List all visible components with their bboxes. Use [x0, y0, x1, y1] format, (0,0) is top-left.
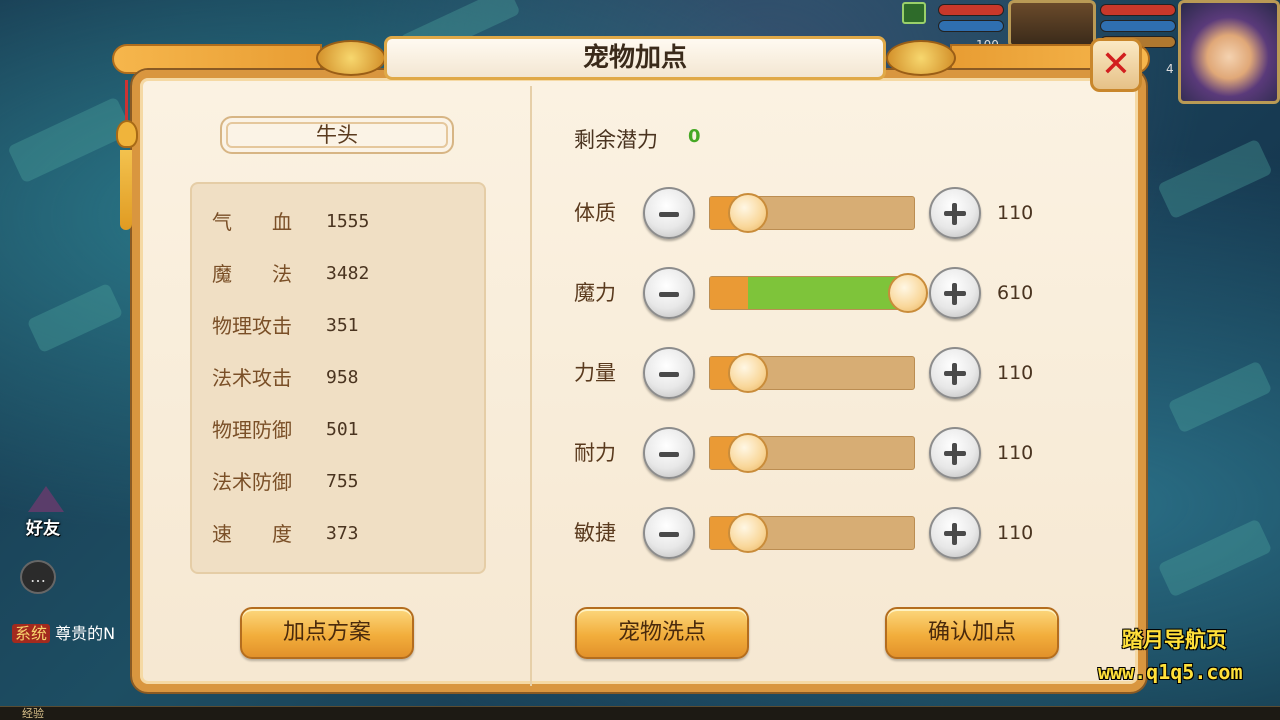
constitution-slider[interactable]	[709, 193, 915, 233]
stat-label: 魔 法	[212, 262, 292, 286]
decrease-strength-button[interactable]	[643, 347, 695, 399]
stat-value: 1555	[326, 211, 370, 232]
increase-magic-button[interactable]	[929, 267, 981, 319]
watermark-url: www.q1q5.com	[1098, 660, 1243, 684]
stat-row-mp: 魔 法 3482	[212, 260, 369, 288]
stat-label: 法术防御	[212, 470, 292, 494]
attr-label-strength: 力量	[574, 361, 616, 385]
decrease-agility-button[interactable]	[643, 507, 695, 559]
pet-mp-bar	[938, 20, 1004, 32]
minus-icon	[659, 212, 679, 217]
slider-handle[interactable]	[888, 273, 928, 313]
background-scroll	[1157, 138, 1273, 220]
decrease-magic-button[interactable]	[643, 267, 695, 319]
stat-row-hp: 气 血 1555	[212, 208, 369, 236]
minus-icon	[659, 292, 679, 297]
stat-value: 351	[326, 315, 359, 336]
stat-label: 物理防御	[212, 418, 292, 442]
system-message: 系统 尊贵的N	[12, 620, 115, 644]
stat-value: 958	[326, 367, 359, 388]
friends-label: 好友	[26, 519, 60, 539]
chat-icon: …	[30, 567, 46, 586]
title-ornament-right	[886, 40, 956, 76]
stat-value: 501	[326, 419, 359, 440]
stat-label: 气 血	[212, 210, 292, 234]
close-button[interactable]: ✕	[1090, 38, 1142, 92]
pet-reset-points-button[interactable]: 宠物洗点	[575, 607, 749, 659]
friends-button[interactable]: 好友	[18, 486, 74, 542]
attr-label-constitution: 体质	[574, 201, 616, 225]
stat-row-magic-defense: 法术防御 755	[212, 468, 359, 496]
player-hp-bar	[1100, 4, 1176, 16]
stat-value: 755	[326, 471, 359, 492]
minus-icon	[659, 372, 679, 377]
agility-slider[interactable]	[709, 513, 915, 553]
player-avatar[interactable]	[1178, 0, 1280, 104]
minus-icon	[659, 532, 679, 537]
decrease-constitution-button[interactable]	[643, 187, 695, 239]
player-mp-bar	[1100, 20, 1176, 32]
minus-icon	[659, 452, 679, 457]
allocation-scheme-button[interactable]: 加点方案	[240, 607, 414, 659]
slider-handle[interactable]	[728, 433, 768, 473]
decrease-endurance-button[interactable]	[643, 427, 695, 479]
attr-value-strength: 110	[997, 362, 1034, 384]
background-scroll	[7, 96, 133, 184]
stat-row-speed: 速 度 373	[212, 520, 359, 548]
watermark-title: 踏月导航页	[1122, 628, 1227, 652]
attr-value-agility: 110	[997, 522, 1034, 544]
attr-label-agility: 敏捷	[574, 521, 616, 545]
increase-endurance-button[interactable]	[929, 427, 981, 479]
confirm-allocation-button[interactable]: 确认加点	[885, 607, 1059, 659]
attr-value-constitution: 110	[997, 202, 1034, 224]
pet-name: 牛头	[220, 116, 454, 154]
friend-hat-icon	[28, 486, 64, 512]
attr-value-magic: 610	[997, 282, 1034, 304]
slider-handle[interactable]	[728, 353, 768, 393]
tassel-ornament	[116, 80, 138, 230]
system-tag: 系统	[12, 624, 51, 643]
increase-constitution-button[interactable]	[929, 187, 981, 239]
attr-label-endurance: 耐力	[574, 441, 616, 465]
stat-label: 速 度	[212, 522, 292, 546]
slider-handle[interactable]	[728, 193, 768, 233]
stat-row-magic-attack: 法术攻击 958	[212, 364, 359, 392]
attr-value-endurance: 110	[997, 442, 1034, 464]
slider-handle[interactable]	[728, 513, 768, 553]
experience-bar	[0, 706, 1280, 720]
system-message-text: 尊贵的N	[55, 624, 116, 643]
stat-row-phys-attack: 物理攻击 351	[212, 312, 359, 340]
increase-agility-button[interactable]	[929, 507, 981, 559]
background-scroll	[1157, 518, 1273, 598]
close-x-icon: ✕	[1100, 44, 1132, 85]
stat-value: 3482	[326, 263, 370, 284]
chat-button[interactable]: …	[20, 560, 56, 594]
experience-label: 经验	[22, 707, 44, 720]
panel-divider	[530, 86, 532, 686]
pet-avatar[interactable]	[1008, 0, 1096, 48]
attr-label-magic: 魔力	[574, 281, 616, 305]
title-ornament-left	[316, 40, 386, 76]
pet-hp-bar	[938, 4, 1004, 16]
player-level: 4	[1166, 62, 1174, 76]
increase-strength-button[interactable]	[929, 347, 981, 399]
remaining-potential-value: 0	[688, 126, 701, 147]
stat-label: 物理攻击	[212, 314, 292, 338]
panel-title: 宠物加点	[384, 36, 886, 80]
background-scroll	[26, 282, 124, 354]
stat-row-phys-defense: 物理防御 501	[212, 416, 359, 444]
magic-slider[interactable]	[709, 273, 928, 313]
endurance-slider[interactable]	[709, 433, 915, 473]
buff-icon[interactable]	[902, 2, 926, 24]
background-scroll	[1167, 360, 1273, 434]
stat-value: 373	[326, 523, 359, 544]
strength-slider[interactable]	[709, 353, 915, 393]
stat-label: 法术攻击	[212, 366, 292, 390]
remaining-potential-label: 剩余潜力	[574, 128, 658, 152]
